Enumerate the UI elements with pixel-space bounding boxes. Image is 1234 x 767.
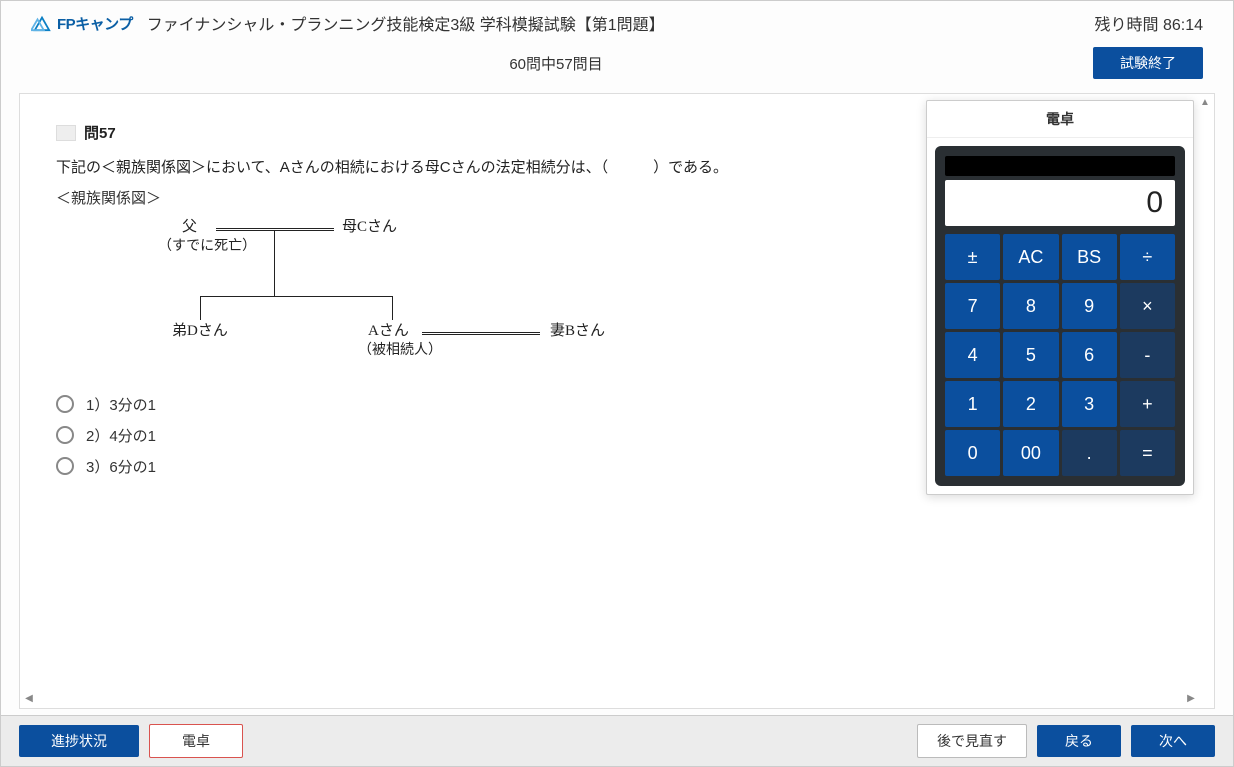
diagram-mother: 母Cさん [342,218,397,238]
option-label: 2）4分の1 [86,425,156,446]
calc-btn-6[interactable]: 6 [1062,332,1117,378]
diagram-brother: 弟Dさん [172,322,228,342]
diagram-father-note: （すでに死亡） [158,238,256,256]
calc-btn-dot[interactable]: . [1062,430,1117,476]
logo-text: FPキャンプ [57,13,133,34]
radio-icon [56,426,74,444]
option-label: 1）3分の1 [86,394,156,415]
logo: FPキャンプ [31,13,133,34]
diagram-wife: 妻Bさん [550,322,605,342]
calc-btn-2[interactable]: 2 [1003,381,1058,427]
diagram-father: 父 [182,218,197,238]
calc-btn-plus[interactable]: + [1120,381,1175,427]
calc-btn-ac[interactable]: AC [1003,234,1058,280]
diagram-a-note: （被相続人） [358,342,442,360]
calculator-memory-display [945,156,1175,176]
calc-btn-bs[interactable]: BS [1062,234,1117,280]
footer: 進捗状況 電卓 後で見直す 戻る 次へ [1,715,1233,766]
timer: 残り時間 86:14 [1094,11,1213,35]
review-later-button[interactable]: 後で見直す [917,724,1027,758]
content-area: 問57 下記の＜親族関係図＞において、Aさんの相続における母Cさんの法定相続分は… [19,93,1215,709]
radio-icon [56,395,74,413]
calculator-display: 0 [945,180,1175,226]
calc-btn-3[interactable]: 3 [1062,381,1117,427]
calc-btn-multiply[interactable]: × [1120,283,1175,329]
calc-btn-plusminus[interactable]: ± [945,234,1000,280]
diagram-marriage-line-spouse [422,332,540,335]
timer-label: 残り時間 [1094,17,1158,34]
end-exam-button[interactable]: 試験終了 [1093,47,1203,79]
option-label: 3）6分の1 [86,456,156,477]
diagram-line [392,296,393,320]
calc-btn-1[interactable]: 1 [945,381,1000,427]
diagram-line [200,296,392,297]
diagram-line [200,296,201,320]
calc-btn-minus[interactable]: - [1120,332,1175,378]
scroll-right-icon[interactable]: ▶ [1184,692,1198,706]
calc-btn-divide[interactable]: ÷ [1120,234,1175,280]
subheader: 60問中57問目 試験終了 [1,41,1233,93]
scroll-left-icon[interactable]: ◀ [22,692,36,706]
calc-btn-9[interactable]: 9 [1062,283,1117,329]
scroll-up-icon[interactable]: ▲ [1198,96,1212,110]
diagram-line [274,230,275,296]
calculator-body: 0 ± AC BS ÷ 7 8 9 × 4 5 6 - 1 2 3 [935,146,1185,486]
diagram-a: Aさん [368,322,409,342]
calc-btn-4[interactable]: 4 [945,332,1000,378]
family-diagram: 父 （すでに死亡） 母Cさん 弟Dさん Aさん （被相続人） 妻Bさん [96,214,656,374]
calc-btn-8[interactable]: 8 [1003,283,1058,329]
timer-value: 86:14 [1163,17,1203,34]
progress-button[interactable]: 進捗状況 [19,725,139,757]
exam-title: ファイナンシャル・プランニング技能検定3級 学科模擬試験【第1問題】 [147,11,665,35]
calc-btn-equals[interactable]: = [1120,430,1175,476]
header: FPキャンプ ファイナンシャル・プランニング技能検定3級 学科模擬試験【第1問題… [1,1,1233,41]
diagram-marriage-line-parents [216,228,334,231]
calculator-title[interactable]: 電卓 [927,101,1193,138]
calculator-keypad: ± AC BS ÷ 7 8 9 × 4 5 6 - 1 2 3 + 0 [945,234,1175,476]
radio-icon [56,457,74,475]
calc-btn-00[interactable]: 00 [1003,430,1058,476]
calculator-panel[interactable]: 電卓 0 ± AC BS ÷ 7 8 9 × 4 5 6 - 1 [926,100,1194,495]
progress-label: 60問中57問目 [31,53,1081,74]
calculator-toggle-button[interactable]: 電卓 [149,724,243,758]
calc-btn-5[interactable]: 5 [1003,332,1058,378]
calc-btn-0[interactable]: 0 [945,430,1000,476]
back-button[interactable]: 戻る [1037,725,1121,757]
logo-icon [31,14,53,32]
app-window: FPキャンプ ファイナンシャル・プランニング技能検定3級 学科模擬試験【第1問題… [0,0,1234,767]
next-button[interactable]: 次へ [1131,725,1215,757]
calc-btn-7[interactable]: 7 [945,283,1000,329]
